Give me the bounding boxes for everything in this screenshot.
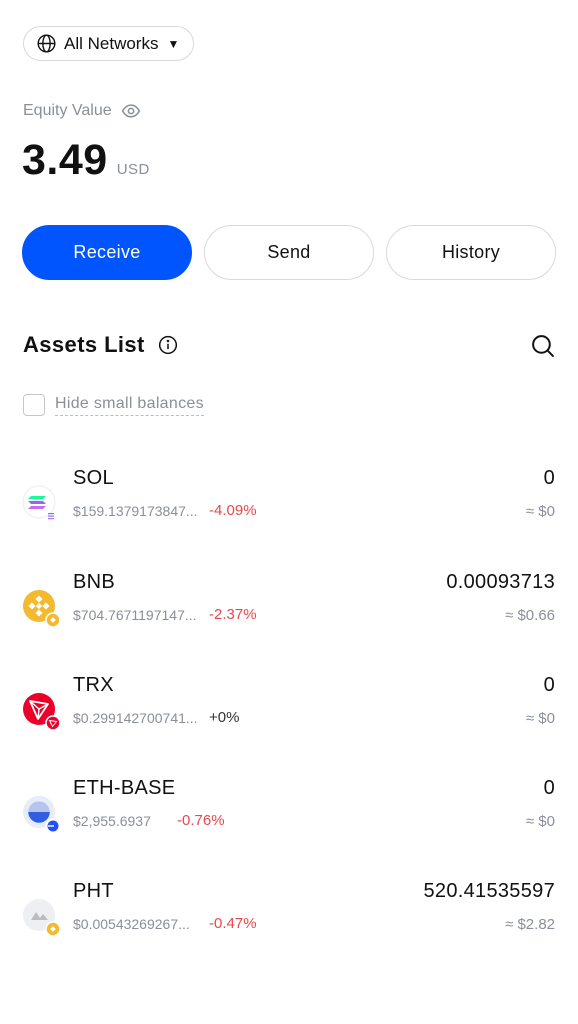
base-coin-icon (22, 795, 61, 834)
send-button[interactable]: Send (204, 225, 374, 280)
asset-row-sol[interactable]: SOL $159.1379173847... -4.09% 0 ≈ $0 (22, 467, 555, 537)
assets-title-wrap: Assets List (23, 332, 178, 358)
hide-small-balances-row: Hide small balances (23, 394, 204, 416)
asset-fiat-value: ≈ $0 (525, 503, 555, 520)
asset-row-bnb[interactable]: BNB $704.7671197147... -2.37% 0.00093713… (22, 571, 555, 641)
network-selector[interactable]: All Networks ▼ (23, 26, 195, 61)
equity-value-row: 3.49 USD (22, 136, 150, 185)
asset-symbol: TRX (73, 674, 114, 696)
asset-fiat-value: ≈ $0 (525, 813, 555, 830)
asset-row-trx[interactable]: TRX $0.299142700741... +0% 0 ≈ $0 (22, 674, 555, 744)
bnb-coin-icon (22, 589, 61, 628)
equity-label: Equity Value (23, 102, 112, 119)
assets-title: Assets List (23, 332, 145, 357)
hide-small-balances-checkbox[interactable] (23, 394, 45, 416)
asset-price: $704.7671197147... (73, 607, 197, 623)
asset-change: -4.09% (209, 502, 257, 519)
asset-price: $159.1379173847... (73, 503, 198, 519)
asset-amount: 0 (543, 777, 555, 799)
asset-price: $0.299142700741... (73, 710, 198, 726)
asset-amount: 0 (543, 674, 555, 696)
asset-fiat-value: ≈ $2.82 (505, 916, 555, 933)
asset-symbol: PHT (73, 880, 114, 902)
wallet-page: All Networks ▼ Equity Value 3.49 USD Rec… (0, 0, 578, 1024)
pht-coin-icon (22, 898, 61, 937)
hide-small-balances-label[interactable]: Hide small balances (55, 395, 204, 416)
asset-change: +0% (209, 709, 240, 726)
globe-icon (37, 34, 56, 53)
equity-unit: USD (116, 161, 150, 178)
asset-change: -2.37% (209, 606, 257, 623)
search-icon[interactable] (530, 333, 555, 358)
asset-amount: 0 (543, 467, 555, 489)
asset-symbol: SOL (73, 467, 114, 489)
network-selector-label: All Networks (64, 33, 159, 53)
assets-header: Assets List (23, 332, 555, 358)
equity-value: 3.49 (22, 136, 108, 184)
eye-icon[interactable] (121, 101, 141, 121)
info-icon[interactable] (158, 335, 178, 355)
sol-coin-icon (22, 485, 56, 520)
asset-symbol: BNB (73, 571, 116, 593)
history-button[interactable]: History (386, 225, 556, 280)
trx-coin-icon (22, 692, 61, 731)
asset-symbol: ETH-BASE (73, 777, 176, 799)
asset-row-pht[interactable]: PHT $0.00543269267... -0.47% 520.4153559… (22, 880, 555, 950)
asset-fiat-value: ≈ $0 (525, 710, 555, 727)
receive-button[interactable]: Receive (22, 225, 192, 280)
action-buttons: Receive Send History (22, 225, 556, 280)
asset-change: -0.76% (177, 812, 225, 829)
asset-amount: 520.41535597 (423, 880, 555, 902)
asset-row-eth-base[interactable]: ETH-BASE $2,955.6937 -0.76% 0 ≈ $0 (22, 777, 555, 847)
asset-fiat-value: ≈ $0.66 (505, 607, 555, 624)
caret-down-icon: ▼ (167, 36, 180, 51)
asset-price: $0.00543269267... (73, 916, 190, 932)
equity-label-row: Equity Value (23, 101, 141, 121)
asset-amount: 0.00093713 (446, 571, 555, 593)
asset-price: $2,955.6937 (73, 813, 151, 829)
asset-change: -0.47% (209, 915, 257, 932)
